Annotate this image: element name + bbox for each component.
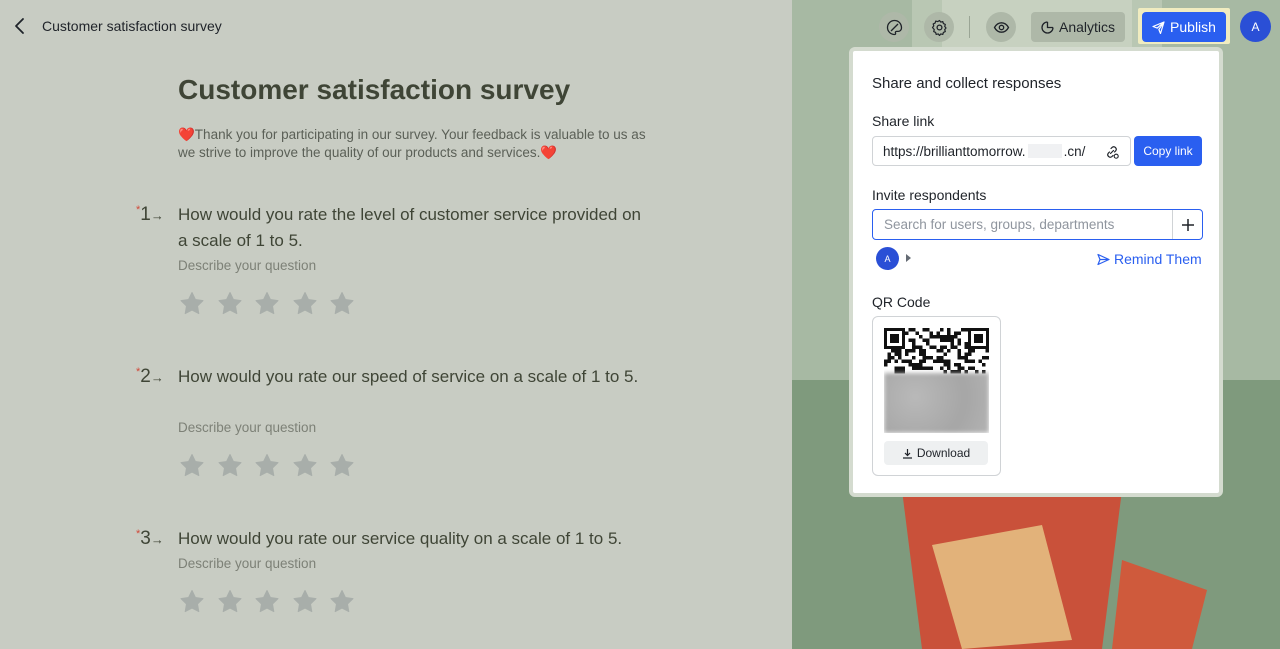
- link-suffix: .cn/: [1063, 143, 1086, 159]
- page-title: Customer satisfaction survey: [42, 18, 222, 34]
- question-description[interactable]: Describe your question: [178, 258, 316, 273]
- download-label: Download: [916, 446, 971, 460]
- invite-search-input[interactable]: [873, 210, 1172, 239]
- survey-description[interactable]: ❤️Thank you for participating in our sur…: [178, 126, 648, 162]
- download-qr-button[interactable]: Download: [884, 441, 988, 465]
- star-icon[interactable]: [178, 588, 206, 616]
- star-icon[interactable]: [328, 290, 356, 318]
- star-icon[interactable]: [216, 588, 244, 616]
- star-icon[interactable]: [291, 588, 319, 616]
- star-icon[interactable]: [178, 452, 206, 480]
- theme-button[interactable]: [879, 12, 909, 42]
- question-text[interactable]: How would you rate the level of customer…: [178, 202, 648, 254]
- palette-icon: [886, 19, 902, 35]
- star-icon[interactable]: [216, 452, 244, 480]
- qr-blurred-area: [884, 373, 989, 433]
- question-number-value: 2: [140, 366, 151, 387]
- question-description[interactable]: Describe your question: [178, 420, 316, 435]
- question-1[interactable]: *1→ How would you rate the level of cust…: [136, 202, 656, 332]
- star-icon[interactable]: [253, 588, 281, 616]
- form-canvas: Customer satisfaction survey Customer sa…: [0, 0, 792, 649]
- star-rating[interactable]: [178, 588, 356, 616]
- send-icon: [1097, 253, 1110, 265]
- send-icon: [1152, 20, 1165, 34]
- star-icon[interactable]: [216, 290, 244, 318]
- expand-caret-icon[interactable]: [906, 254, 911, 262]
- redacted-segment: [1027, 144, 1062, 158]
- star-icon[interactable]: [253, 290, 281, 318]
- question-description[interactable]: Describe your question: [178, 556, 316, 571]
- back-arrow-icon[interactable]: [10, 16, 30, 36]
- question-number: *3→: [136, 528, 164, 550]
- qr-code-card: Download: [872, 316, 1001, 476]
- toolbar-divider: [969, 16, 970, 38]
- link-prefix: https://brillianttomorrow.: [883, 143, 1026, 159]
- star-icon[interactable]: [291, 452, 319, 480]
- remind-label: Remind Them: [1114, 251, 1202, 267]
- respondent-avatar[interactable]: A: [876, 247, 899, 270]
- arrow-icon: →: [150, 532, 164, 547]
- question-2[interactable]: *2→ How would you rate our speed of serv…: [136, 364, 656, 494]
- eye-icon: [993, 21, 1009, 33]
- publish-button[interactable]: Publish: [1142, 12, 1226, 42]
- share-link-field[interactable]: https://brillianttomorrow. .cn/: [872, 136, 1131, 166]
- download-icon: [902, 448, 912, 459]
- star-icon[interactable]: [253, 452, 281, 480]
- share-panel-title: Share and collect responses: [872, 75, 1062, 92]
- publish-label: Publish: [1170, 19, 1216, 35]
- plus-icon: [1181, 218, 1194, 231]
- invite-search-box: [872, 209, 1203, 240]
- question-text[interactable]: How would you rate our speed of service …: [178, 364, 648, 390]
- star-rating[interactable]: [178, 452, 356, 480]
- star-icon[interactable]: [328, 588, 356, 616]
- star-icon[interactable]: [178, 290, 206, 318]
- settings-button[interactable]: [924, 12, 954, 42]
- preview-button[interactable]: [986, 12, 1016, 42]
- gear-icon: [931, 19, 947, 36]
- star-rating[interactable]: [178, 290, 356, 318]
- question-number-value: 1: [140, 204, 151, 225]
- share-link-label: Share link: [872, 113, 935, 129]
- user-avatar[interactable]: A: [1240, 11, 1271, 42]
- question-3[interactable]: *3→ How would you rate our service quali…: [136, 526, 656, 636]
- star-icon[interactable]: [291, 290, 319, 318]
- copy-link-button[interactable]: Copy link: [1134, 136, 1202, 166]
- share-panel: Share and collect responses Share link h…: [849, 47, 1223, 497]
- analytics-label: Analytics: [1058, 19, 1116, 35]
- survey-title[interactable]: Customer satisfaction survey: [178, 74, 570, 106]
- question-text[interactable]: How would you rate our service quality o…: [178, 526, 648, 552]
- invite-label: Invite respondents: [872, 187, 987, 203]
- qr-code-image: [884, 328, 989, 433]
- star-icon[interactable]: [328, 452, 356, 480]
- question-number: *2→: [136, 366, 164, 388]
- remind-them-button[interactable]: Remind Them: [1097, 251, 1202, 267]
- question-number-value: 3: [140, 528, 151, 549]
- question-number: *1→: [136, 204, 164, 226]
- analytics-button[interactable]: Analytics: [1031, 12, 1125, 42]
- link-settings-icon[interactable]: [1104, 144, 1120, 160]
- arrow-icon: →: [150, 208, 164, 223]
- arrow-icon: →: [150, 370, 164, 385]
- add-respondent-button[interactable]: [1172, 210, 1202, 239]
- analytics-icon: [1041, 20, 1054, 34]
- qr-code-label: QR Code: [872, 294, 931, 310]
